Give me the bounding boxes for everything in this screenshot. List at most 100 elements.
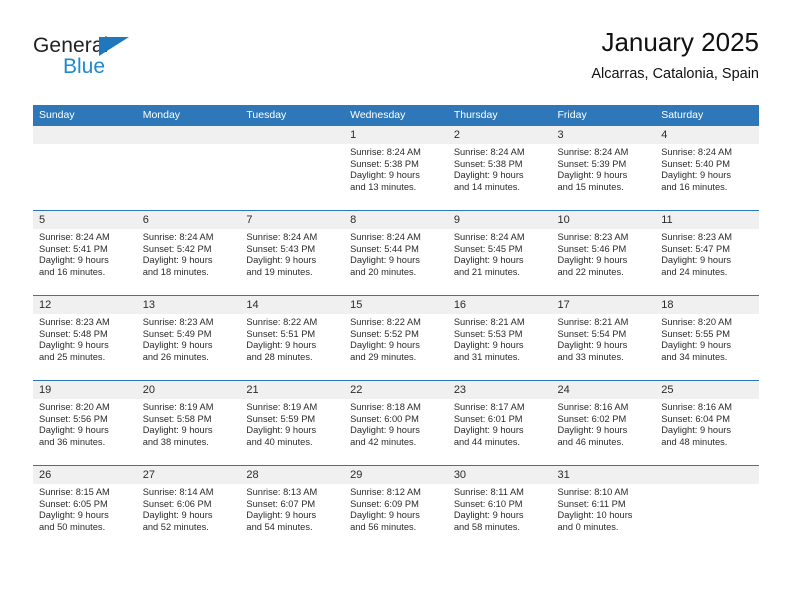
calendar-day-cell[interactable]: 26 Sunrise: 8:15 AM Sunset: 6:05 PM Dayligh… bbox=[33, 465, 137, 550]
sunrise-text: Sunrise: 8:14 AM bbox=[142, 487, 214, 497]
sunset-text: Sunset: 6:05 PM bbox=[39, 498, 108, 509]
calendar-week-row: 26 Sunrise: 8:15 AM Sunset: 6:05 PM Dayligh… bbox=[33, 465, 759, 550]
day-sun-info: Sunrise: 8:19 AM Sunset: 5:59 PM Daylight:… bbox=[240, 399, 344, 448]
calendar-day-cell[interactable]: 27 Sunrise: 8:14 AM Sunset: 6:06 PM Dayligh… bbox=[136, 465, 241, 550]
daylight-text-line2: and 34 minutes. bbox=[661, 351, 728, 362]
calendar-day-cell[interactable]: 2 Sunrise: 8:24 AM Sunset: 5:38 PM Daylight… bbox=[447, 125, 552, 211]
title-block: January 2025 Alcarras, Catalonia, Spain bbox=[591, 26, 759, 83]
day-number bbox=[240, 126, 345, 144]
day-sun-info: Sunrise: 8:17 AM Sunset: 6:01 PM Daylight:… bbox=[448, 399, 552, 448]
daylight-text-line1: Daylight: 9 hours bbox=[557, 340, 628, 351]
calendar-day-cell[interactable]: 21 Sunrise: 8:19 AM Sunset: 5:59 PM Dayligh… bbox=[240, 380, 345, 466]
day-sun-info: Sunrise: 8:24 AM Sunset: 5:41 PM Daylight:… bbox=[33, 229, 137, 278]
sunrise-text: Sunrise: 8:10 AM bbox=[557, 487, 629, 497]
calendar-day-cell[interactable]: 9 Sunrise: 8:24 AM Sunset: 5:45 PM Daylight… bbox=[447, 210, 552, 296]
day-sun-info: Sunrise: 8:11 AM Sunset: 6:10 PM Daylight:… bbox=[448, 484, 552, 533]
calendar-day-cell[interactable]: 19 Sunrise: 8:20 AM Sunset: 5:56 PM Dayligh… bbox=[33, 380, 137, 466]
sunrise-text: Sunrise: 8:19 AM bbox=[246, 402, 318, 412]
daylight-text-line2: and 25 minutes. bbox=[39, 351, 106, 362]
day-number: 27 bbox=[136, 466, 241, 484]
daylight-text-line1: Daylight: 9 hours bbox=[557, 255, 628, 266]
day-cell-inner: 29 Sunrise: 8:12 AM Sunset: 6:09 PM Dayligh… bbox=[344, 466, 448, 550]
day-number bbox=[655, 466, 759, 484]
calendar-day-cell[interactable] bbox=[240, 125, 345, 211]
sunrise-text: Sunrise: 8:15 AM bbox=[39, 487, 110, 497]
day-number: 6 bbox=[136, 211, 241, 229]
daylight-text-line2: and 50 minutes. bbox=[39, 521, 106, 532]
sunset-text: Sunset: 5:58 PM bbox=[142, 413, 212, 424]
calendar-day-cell[interactable]: 16 Sunrise: 8:21 AM Sunset: 5:53 PM Dayligh… bbox=[447, 295, 552, 381]
daylight-text-line2: and 22 minutes. bbox=[557, 266, 624, 277]
weekday-header-friday: Friday bbox=[551, 105, 656, 126]
day-number: 1 bbox=[344, 126, 448, 144]
calendar-day-cell[interactable]: 29 Sunrise: 8:12 AM Sunset: 6:09 PM Dayligh… bbox=[344, 465, 448, 550]
daylight-text-line2: and 31 minutes. bbox=[453, 351, 520, 362]
day-cell-inner: 4 Sunrise: 8:24 AM Sunset: 5:40 PM Daylight… bbox=[655, 126, 759, 210]
sunset-text: Sunset: 6:11 PM bbox=[557, 498, 626, 509]
day-number: 2 bbox=[447, 126, 552, 144]
daylight-text-line2: and 16 minutes. bbox=[661, 181, 728, 192]
calendar-day-cell[interactable]: 25 Sunrise: 8:16 AM Sunset: 6:04 PM Dayligh… bbox=[655, 380, 759, 466]
weekday-header-sunday: Sunday bbox=[33, 105, 137, 126]
calendar-day-cell[interactable] bbox=[33, 125, 137, 211]
calendar-week-row: 19 Sunrise: 8:20 AM Sunset: 5:56 PM Dayligh… bbox=[33, 380, 759, 466]
calendar-day-cell[interactable]: 5 Sunrise: 8:24 AM Sunset: 5:41 PM Daylight… bbox=[33, 210, 137, 296]
sunrise-text: Sunrise: 8:23 AM bbox=[142, 317, 214, 327]
calendar-day-cell[interactable]: 15 Sunrise: 8:22 AM Sunset: 5:52 PM Dayligh… bbox=[344, 295, 448, 381]
day-number: 18 bbox=[655, 296, 759, 314]
calendar-day-cell[interactable]: 6 Sunrise: 8:24 AM Sunset: 5:42 PM Daylight… bbox=[136, 210, 241, 296]
daylight-text-line1: Daylight: 9 hours bbox=[350, 255, 420, 266]
sunrise-text: Sunrise: 8:20 AM bbox=[661, 317, 733, 327]
calendar-day-cell[interactable] bbox=[136, 125, 241, 211]
daylight-text-line2: and 14 minutes. bbox=[453, 181, 520, 192]
daylight-text-line2: and 42 minutes. bbox=[350, 436, 417, 447]
weekday-header-saturday: Saturday bbox=[655, 105, 759, 126]
calendar-day-cell[interactable]: 20 Sunrise: 8:19 AM Sunset: 5:58 PM Dayligh… bbox=[136, 380, 241, 466]
daylight-text-line1: Daylight: 9 hours bbox=[453, 255, 524, 266]
calendar-day-cell[interactable]: 28 Sunrise: 8:13 AM Sunset: 6:07 PM Dayligh… bbox=[240, 465, 345, 550]
calendar-day-cell[interactable]: 18 Sunrise: 8:20 AM Sunset: 5:55 PM Dayligh… bbox=[655, 295, 759, 381]
sunset-text: Sunset: 5:53 PM bbox=[453, 328, 523, 339]
day-sun-info: Sunrise: 8:24 AM Sunset: 5:45 PM Daylight:… bbox=[448, 229, 552, 278]
day-sun-info: Sunrise: 8:19 AM Sunset: 5:58 PM Daylight:… bbox=[137, 399, 241, 448]
weekday-header-row: Sunday Monday Tuesday Wednesday Thursday… bbox=[33, 105, 759, 126]
day-cell-inner: 25 Sunrise: 8:16 AM Sunset: 6:04 PM Dayligh… bbox=[655, 381, 759, 465]
day-cell-inner: 27 Sunrise: 8:14 AM Sunset: 6:06 PM Dayligh… bbox=[136, 466, 241, 550]
day-sun-info: Sunrise: 8:14 AM Sunset: 6:06 PM Daylight:… bbox=[137, 484, 241, 533]
calendar-day-cell[interactable]: 1 Sunrise: 8:24 AM Sunset: 5:38 PM Daylight… bbox=[344, 125, 448, 211]
calendar-day-cell[interactable]: 23 Sunrise: 8:17 AM Sunset: 6:01 PM Dayligh… bbox=[447, 380, 552, 466]
calendar-day-cell[interactable]: 4 Sunrise: 8:24 AM Sunset: 5:40 PM Daylight… bbox=[655, 125, 759, 211]
calendar-day-cell[interactable]: 10 Sunrise: 8:23 AM Sunset: 5:46 PM Dayligh… bbox=[551, 210, 656, 296]
calendar-day-cell[interactable]: 17 Sunrise: 8:21 AM Sunset: 5:54 PM Dayligh… bbox=[551, 295, 656, 381]
sunrise-text: Sunrise: 8:24 AM bbox=[350, 232, 421, 242]
calendar-day-cell[interactable]: 11 Sunrise: 8:23 AM Sunset: 5:47 PM Dayligh… bbox=[655, 210, 759, 296]
calendar-day-cell[interactable]: 7 Sunrise: 8:24 AM Sunset: 5:43 PM Daylight… bbox=[240, 210, 345, 296]
sunset-text: Sunset: 5:39 PM bbox=[557, 158, 627, 169]
sunrise-text: Sunrise: 8:24 AM bbox=[39, 232, 110, 242]
sunrise-text: Sunrise: 8:12 AM bbox=[350, 487, 421, 497]
weekday-header-tuesday: Tuesday bbox=[240, 105, 345, 126]
calendar-day-cell[interactable]: 8 Sunrise: 8:24 AM Sunset: 5:44 PM Daylight… bbox=[344, 210, 448, 296]
calendar-day-cell[interactable]: 30 Sunrise: 8:11 AM Sunset: 6:10 PM Dayligh… bbox=[447, 465, 552, 550]
daylight-text-line2: and 0 minutes. bbox=[557, 521, 619, 532]
generalblue-logo[interactable]: General Blue bbox=[33, 34, 253, 90]
day-cell-inner: 12 Sunrise: 8:23 AM Sunset: 5:48 PM Dayligh… bbox=[33, 296, 137, 380]
calendar-day-cell[interactable]: 13 Sunrise: 8:23 AM Sunset: 5:49 PM Dayligh… bbox=[136, 295, 241, 381]
daylight-text-line2: and 16 minutes. bbox=[39, 266, 106, 277]
day-sun-info: Sunrise: 8:24 AM Sunset: 5:38 PM Daylight:… bbox=[448, 144, 552, 193]
day-cell-inner: 8 Sunrise: 8:24 AM Sunset: 5:44 PM Daylight… bbox=[344, 211, 448, 295]
day-number: 23 bbox=[447, 381, 552, 399]
sunrise-text: Sunrise: 8:13 AM bbox=[246, 487, 318, 497]
calendar-day-cell[interactable]: 31 Sunrise: 8:10 AM Sunset: 6:11 PM Dayligh… bbox=[551, 465, 656, 550]
calendar-day-cell[interactable]: 22 Sunrise: 8:18 AM Sunset: 6:00 PM Dayligh… bbox=[344, 380, 448, 466]
daylight-text-line1: Daylight: 9 hours bbox=[246, 340, 317, 351]
day-sun-info: Sunrise: 8:16 AM Sunset: 6:02 PM Daylight:… bbox=[552, 399, 656, 448]
calendar-day-cell[interactable] bbox=[655, 465, 759, 550]
calendar-day-cell[interactable]: 3 Sunrise: 8:24 AM Sunset: 5:39 PM Daylight… bbox=[551, 125, 656, 211]
daylight-text-line2: and 24 minutes. bbox=[661, 266, 728, 277]
daylight-text-line1: Daylight: 9 hours bbox=[142, 255, 213, 266]
calendar-day-cell[interactable]: 24 Sunrise: 8:16 AM Sunset: 6:02 PM Dayligh… bbox=[551, 380, 656, 466]
calendar-day-cell[interactable]: 12 Sunrise: 8:23 AM Sunset: 5:48 PM Dayligh… bbox=[33, 295, 137, 381]
calendar-day-cell[interactable]: 14 Sunrise: 8:22 AM Sunset: 5:51 PM Dayligh… bbox=[240, 295, 345, 381]
day-sun-info: Sunrise: 8:23 AM Sunset: 5:48 PM Daylight:… bbox=[33, 314, 137, 363]
